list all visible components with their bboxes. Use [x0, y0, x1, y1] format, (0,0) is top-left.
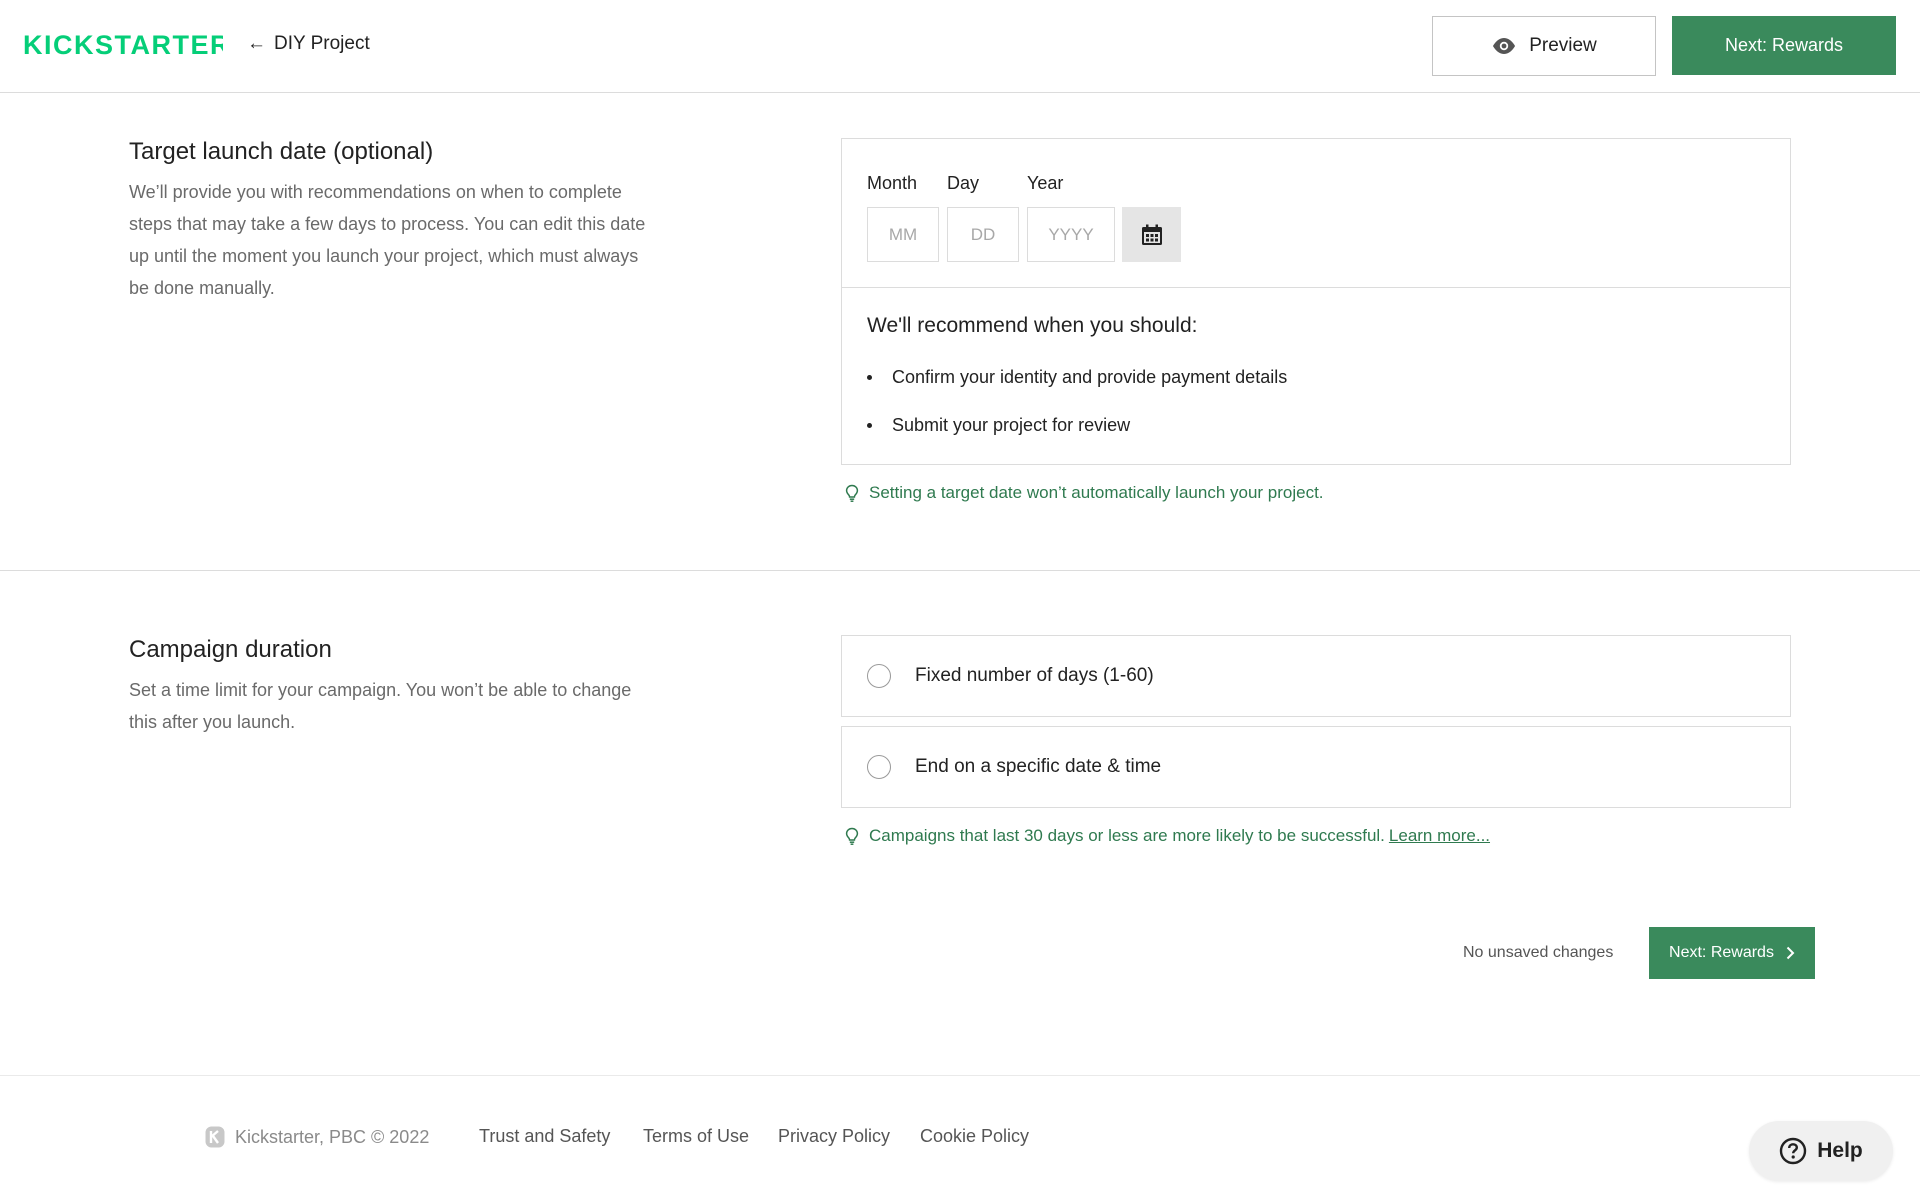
duration-tip: Campaigns that last 30 days or less are … [845, 826, 1490, 846]
month-label: Month [867, 173, 918, 193]
footer-divider [0, 1075, 1920, 1076]
month-input[interactable] [867, 207, 939, 262]
duration-tip-text: Campaigns that last 30 days or less are … [869, 826, 1385, 845]
launch-date-card: Month Day Year We'll recommend when you … [841, 138, 1791, 465]
copyright-text: Kickstarter, PBC © 2022 [235, 1126, 430, 1147]
question-circle-icon [1780, 1137, 1807, 1165]
list-item-text: Submit your project for review [892, 414, 1131, 435]
specific-date-radio[interactable] [867, 755, 891, 779]
fixed-days-option[interactable]: Fixed number of days (1-60) [841, 635, 1791, 717]
back-to-project-link[interactable]: ← DIY Project [247, 33, 370, 55]
learn-more-link[interactable]: Learn more... [1389, 826, 1490, 845]
fixed-days-label: Fixed number of days (1-60) [915, 665, 1154, 686]
trust-safety-link[interactable]: Trust and Safety [479, 1126, 610, 1147]
preview-button[interactable]: Preview [1432, 16, 1656, 76]
day-input[interactable] [947, 207, 1019, 262]
list-item-text: Confirm your identity and provide paymen… [892, 366, 1288, 387]
calendar-button[interactable] [1122, 207, 1181, 262]
launch-date-title: Target launch date (optional) [129, 138, 434, 165]
help-label: Help [1817, 1139, 1863, 1162]
day-label: Day [947, 173, 980, 193]
bullet-icon [867, 422, 872, 428]
lightbulb-icon [845, 827, 859, 845]
section-divider [0, 570, 1920, 571]
lightbulb-icon [845, 484, 859, 502]
calendar-icon [1141, 224, 1162, 245]
next-rewards-label: Next: Rewards [1724, 35, 1844, 55]
specific-date-option[interactable]: End on a specific date & time [841, 726, 1791, 808]
next-rewards-button-bottom[interactable]: Next: Rewards [1649, 927, 1815, 979]
specific-date-label: End on a specific date & time [915, 756, 1162, 777]
kickstarter-logo[interactable]: KICKSTARTER [23, 30, 223, 60]
campaign-duration-title: Campaign duration [129, 636, 332, 663]
fixed-days-radio[interactable] [867, 664, 891, 688]
campaign-duration-description: Set a time limit for your campaign. You … [129, 680, 632, 732]
preview-label: Preview [1529, 35, 1597, 56]
launch-date-description: We’ll provide you with recommendations o… [129, 182, 646, 298]
list-item: Confirm your identity and provide paymen… [867, 353, 1287, 401]
date-input-row: Month Day Year [842, 139, 1790, 288]
svg-text:KICKSTARTER: KICKSTARTER [23, 30, 223, 60]
kickstarter-k-icon [205, 1126, 225, 1148]
eye-icon [1493, 38, 1516, 54]
project-name: DIY Project [274, 33, 370, 54]
arrow-left-icon: ← [247, 33, 266, 54]
next-rewards-button-top[interactable]: Next: Rewards [1672, 16, 1896, 75]
launch-date-tip: Setting a target date won’t automaticall… [845, 483, 1324, 503]
help-button[interactable]: Help [1749, 1121, 1893, 1181]
chevron-right-icon [1786, 946, 1795, 960]
cookie-policy-link[interactable]: Cookie Policy [920, 1126, 1029, 1147]
launch-date-tip-text: Setting a target date won’t automaticall… [869, 483, 1324, 502]
terms-of-use-link[interactable]: Terms of Use [643, 1126, 749, 1147]
top-header: KICKSTARTER ← DIY Project Preview Next: … [0, 0, 1920, 93]
recommend-title: We'll recommend when you should: [867, 314, 1198, 337]
year-label: Year [1027, 173, 1064, 193]
list-item: Submit your project for review [867, 401, 1287, 449]
recommend-list: Confirm your identity and provide paymen… [867, 353, 1287, 449]
bullet-icon [867, 374, 872, 380]
footer-copyright: Kickstarter, PBC © 2022 [205, 1126, 429, 1148]
save-status: No unsaved changes [1463, 944, 1614, 961]
next-rewards-label: Next: Rewards [1669, 944, 1774, 961]
year-input[interactable] [1027, 207, 1115, 262]
privacy-policy-link[interactable]: Privacy Policy [778, 1126, 890, 1147]
